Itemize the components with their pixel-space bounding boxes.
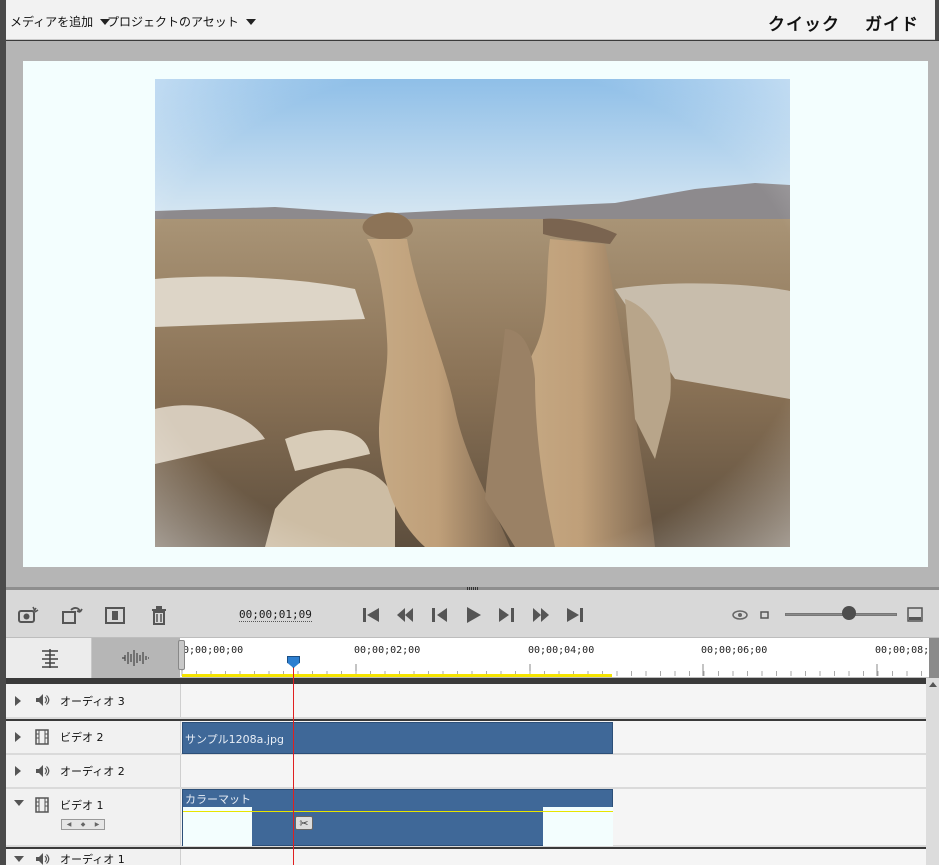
go-to-start-icon[interactable]	[361, 605, 381, 625]
go-to-end-icon[interactable]	[565, 605, 585, 625]
track-name: オーディオ 1	[60, 853, 125, 865]
add-media-menu[interactable]: メディアを追加	[10, 13, 111, 30]
next-keyframe-icon[interactable]: ▶	[95, 821, 100, 828]
scroll-up-icon[interactable]	[929, 682, 937, 687]
frame-back-icon[interactable]	[429, 605, 449, 625]
track-audio-2: オーディオ 2	[6, 755, 926, 789]
track-name: ビデオ 1	[60, 799, 104, 812]
trash-icon[interactable]	[148, 605, 170, 625]
transport-bar: 00;00;01;09	[6, 590, 939, 638]
track-name: オーディオ 3	[60, 695, 125, 708]
zoom-in-icon[interactable]	[906, 605, 924, 625]
zoom-slider-track[interactable]	[785, 613, 897, 616]
project-assets-menu[interactable]: プロジェクトのアセット	[107, 13, 256, 30]
render-preview-icon[interactable]	[731, 605, 749, 625]
collapse-arrow-icon[interactable]	[14, 856, 24, 862]
chevron-down-icon	[245, 18, 256, 25]
ruler-label: 00;00;06;00	[701, 645, 768, 656]
project-assets-label: プロジェクトのアセット	[107, 15, 239, 29]
monitor-panel	[6, 41, 939, 587]
track-header: オーディオ 2	[6, 755, 181, 787]
prev-keyframe-icon[interactable]: ◀	[67, 821, 72, 828]
timeline-vertical-scrollbar[interactable]	[926, 678, 939, 865]
ruler-scroll-edge	[929, 638, 939, 678]
track-video-2: ビデオ 2 サンプル1208a.jpg	[6, 721, 926, 755]
ruler-label: 00;00;08;0	[875, 645, 929, 656]
trim-icon[interactable]	[104, 605, 128, 625]
speaker-icon[interactable]	[34, 692, 50, 711]
transition-end[interactable]	[543, 807, 613, 846]
play-icon[interactable]	[463, 605, 483, 625]
expand-arrow-icon[interactable]	[15, 732, 21, 742]
frame-forward-icon[interactable]	[497, 605, 517, 625]
clip-label: カラーマット	[185, 793, 251, 806]
clip-label: サンプル1208a.jpg	[185, 733, 284, 746]
current-timecode[interactable]: 00;00;01;09	[239, 608, 312, 622]
collapse-arrow-icon[interactable]	[14, 800, 24, 806]
track-header: ビデオ 2	[6, 721, 181, 753]
tracks-icon	[42, 649, 58, 668]
video-clip[interactable]: サンプル1208a.jpg	[182, 722, 613, 754]
expand-arrow-icon[interactable]	[15, 696, 21, 706]
film-icon[interactable]	[34, 797, 50, 816]
waveform-icon	[122, 650, 149, 666]
track-video-1: ビデオ 1 ◀ ◆ ▶ カラーマット ✂	[6, 789, 926, 847]
track-header: オーディオ 1	[6, 849, 181, 865]
track-audio-1: オーディオ 1	[6, 849, 926, 865]
window-right-edge	[935, 0, 939, 40]
zoom-out-icon[interactable]	[759, 605, 771, 625]
expand-arrow-icon[interactable]	[15, 766, 21, 776]
color-matte-clip[interactable]: カラーマット ✂	[182, 789, 613, 846]
keyframe-controls[interactable]: ◀ ◆ ▶	[61, 819, 105, 830]
preview-image	[155, 79, 790, 547]
add-media-label: メディアを追加	[10, 15, 94, 29]
transition-start[interactable]	[183, 807, 252, 846]
track-header: オーディオ 3	[6, 684, 181, 717]
add-keyframe-icon[interactable]: ◆	[81, 821, 86, 828]
ruler-label: 00;00;04;00	[528, 645, 595, 656]
step-forward-icon[interactable]	[531, 605, 551, 625]
quick-mode-button[interactable]: クイック	[768, 10, 840, 35]
track-audio-3: オーディオ 3	[6, 684, 926, 719]
track-name: ビデオ 2	[60, 731, 104, 744]
ruler-label: 0;00;00;00	[183, 645, 244, 656]
camera-icon[interactable]	[16, 605, 40, 625]
zoom-slider-handle[interactable]	[842, 606, 856, 620]
audio-mixer-toggle[interactable]	[92, 638, 180, 678]
track-header: ビデオ 1 ◀ ◆ ▶	[6, 789, 181, 845]
preview-canvas	[23, 61, 928, 567]
track-name: オーディオ 2	[60, 765, 125, 778]
playhead-line[interactable]	[293, 664, 294, 865]
track-view-toggle[interactable]	[6, 638, 92, 678]
opacity-line[interactable]	[183, 811, 613, 812]
work-area-bar[interactable]	[182, 674, 612, 677]
scissors-icon[interactable]: ✂	[295, 816, 313, 830]
film-icon[interactable]	[34, 729, 50, 748]
step-back-icon[interactable]	[395, 605, 415, 625]
speaker-icon[interactable]	[34, 851, 50, 865]
rotate-icon[interactable]	[60, 605, 84, 625]
guided-mode-button[interactable]: ガイド	[865, 10, 919, 35]
ruler-label: 00;00;02;00	[354, 645, 421, 656]
speaker-icon[interactable]	[34, 763, 50, 782]
work-area-start-handle[interactable]	[178, 640, 185, 670]
top-bar: メディアを追加 プロジェクトのアセット クイック ガイド	[6, 0, 935, 40]
